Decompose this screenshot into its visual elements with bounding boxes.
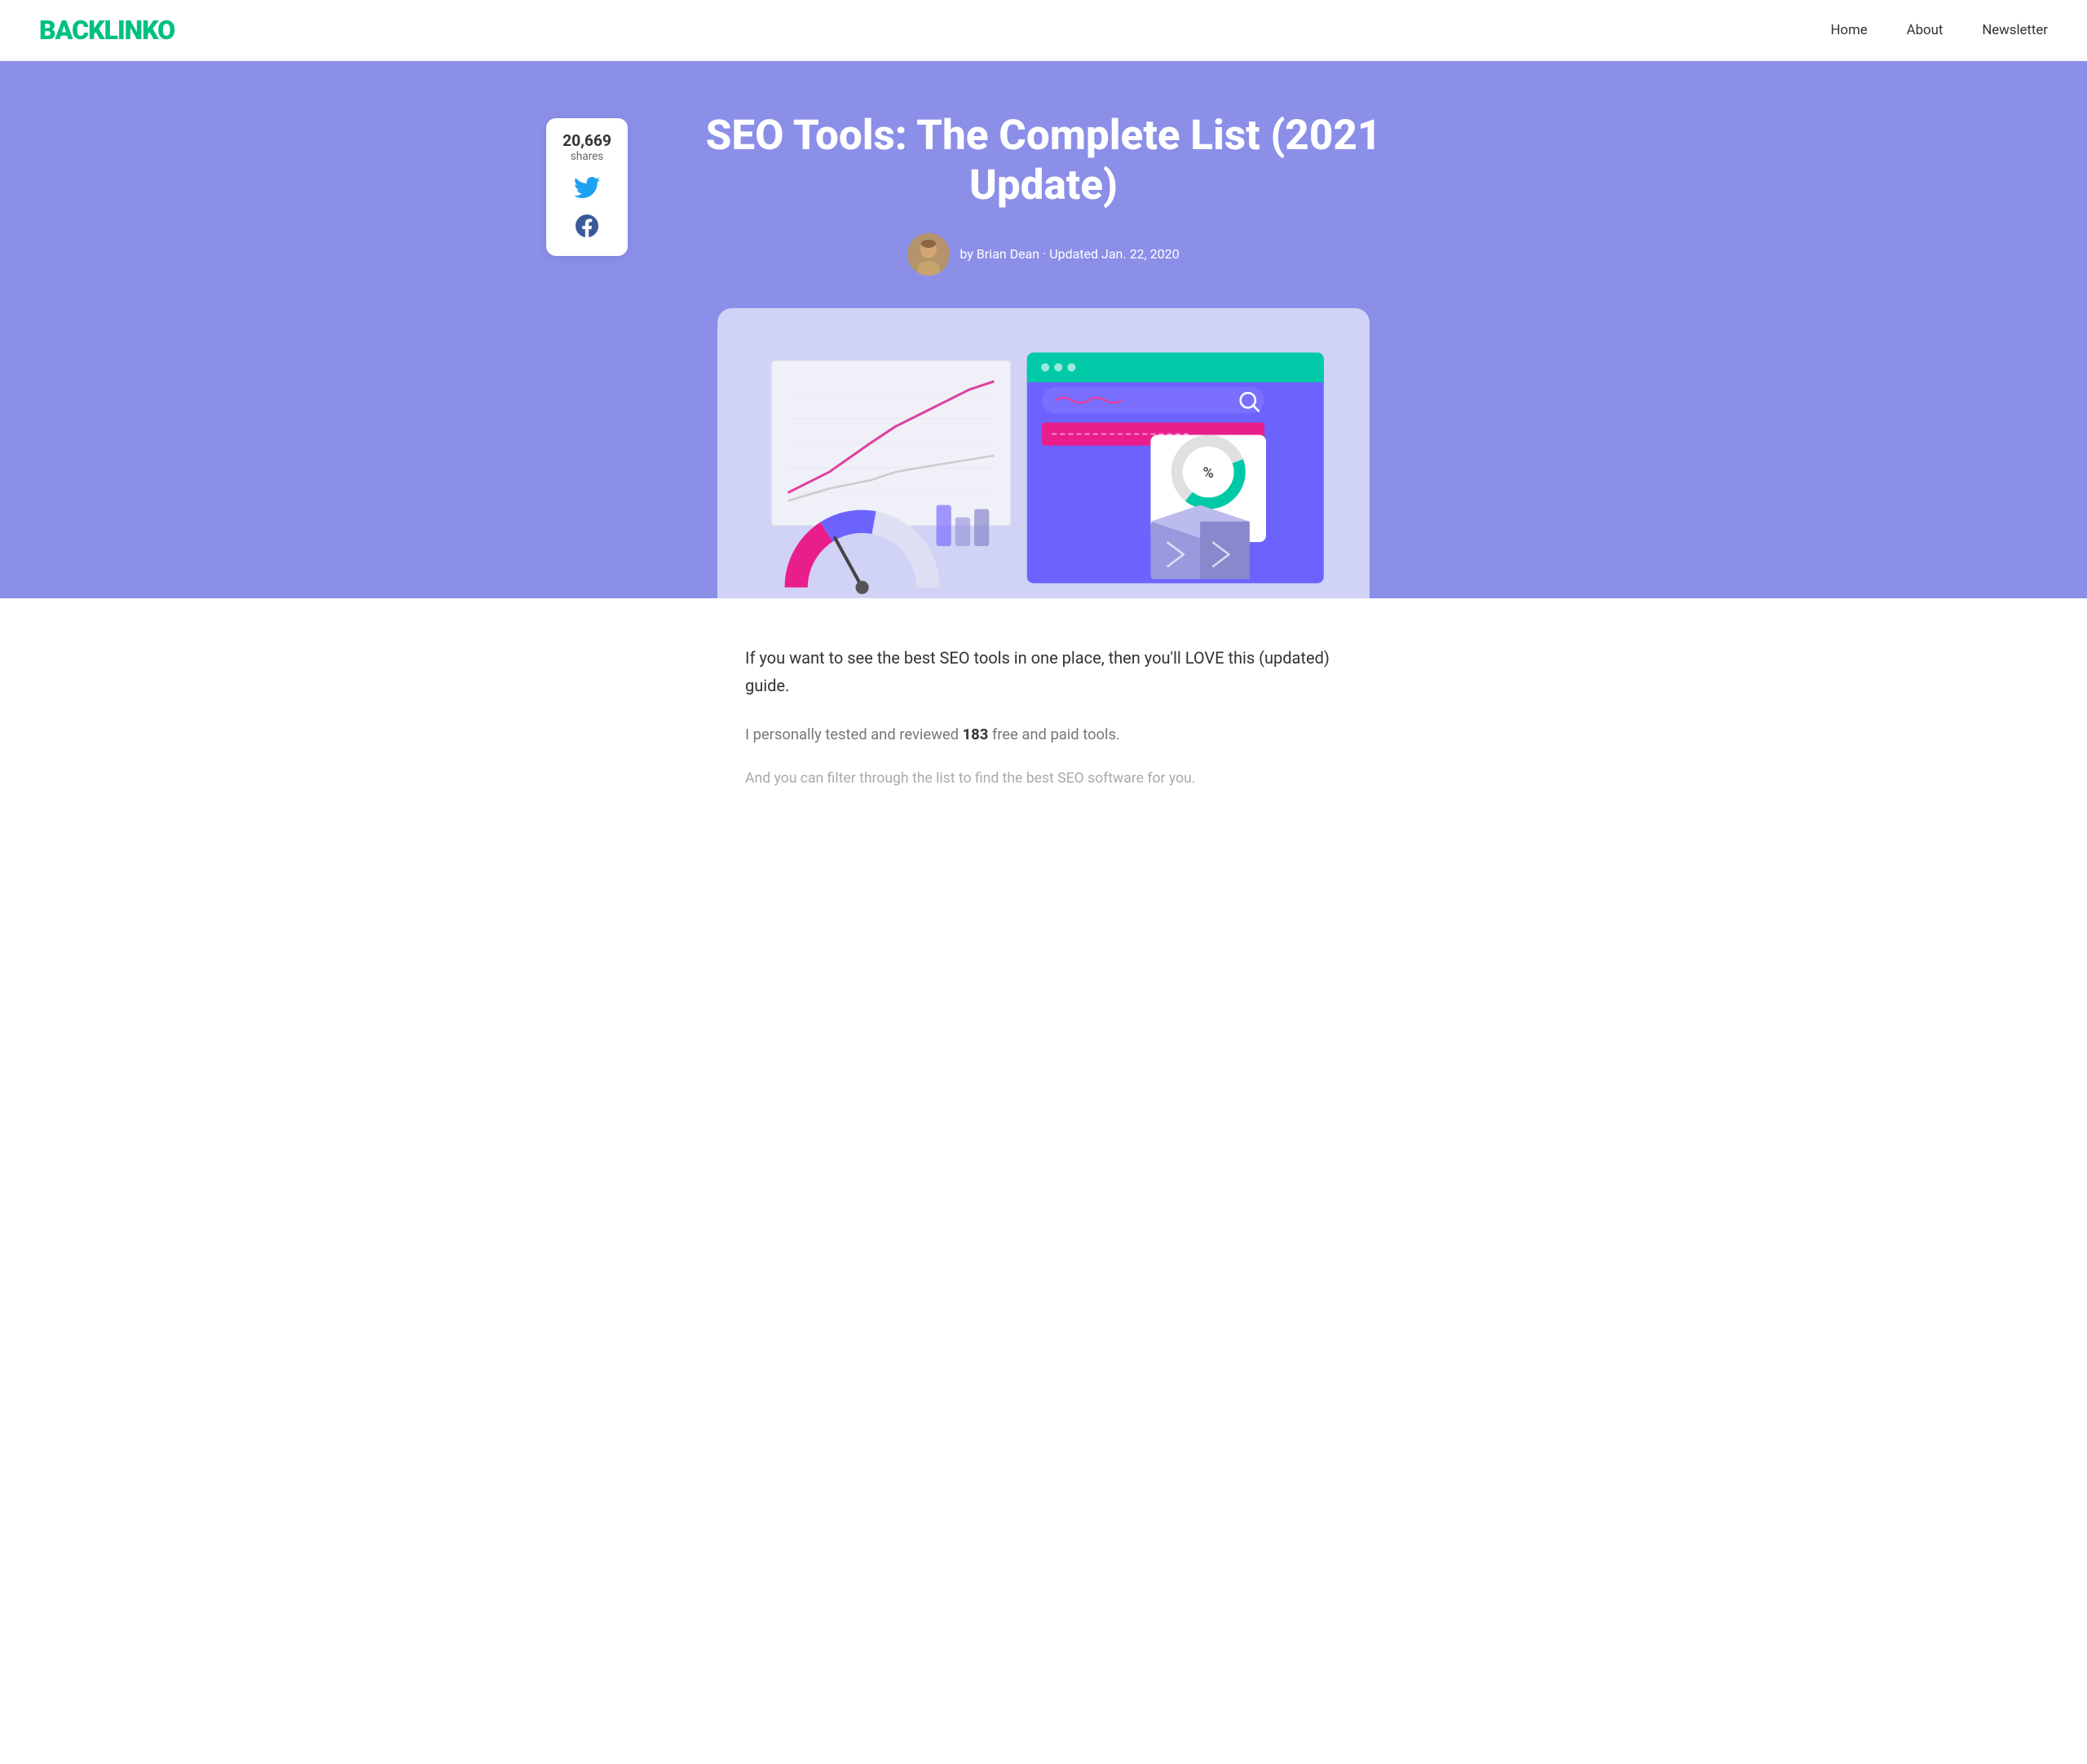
nav-item-about[interactable]: About: [1907, 22, 1944, 38]
intro-paragraph-2: I personally tested and reviewed 183 fre…: [745, 722, 1342, 747]
page-title: SEO Tools: The Complete List (2021 Updat…: [677, 110, 1410, 210]
share-widget: 20,669 shares: [546, 118, 628, 256]
nav-link-about[interactable]: About: [1907, 22, 1944, 38]
nav-links: Home About Newsletter: [1830, 22, 2048, 38]
nav-item-newsletter[interactable]: Newsletter: [1982, 22, 2048, 38]
nav-link-home[interactable]: Home: [1830, 22, 1867, 38]
hero-inner: 20,669 shares SEO Tools: The Complete Li…: [677, 110, 1410, 598]
nav-link-newsletter[interactable]: Newsletter: [1982, 22, 2048, 38]
avatar: [907, 233, 950, 276]
intro-paragraph-3: And you can filter through the list to f…: [745, 767, 1342, 792]
logo[interactable]: BACKLINKO: [39, 15, 174, 46]
navbar: BACKLINKO Home About Newsletter: [0, 0, 2087, 61]
nav-item-home[interactable]: Home: [1830, 22, 1867, 38]
facebook-share-button[interactable]: [563, 214, 611, 243]
share-count: 20,669: [563, 131, 611, 150]
main-content: If you want to see the best SEO tools in…: [726, 598, 1361, 831]
svg-text:%: %: [1202, 465, 1213, 482]
hero-section: 20,669 shares SEO Tools: The Complete Li…: [0, 61, 2087, 598]
hero-illustration-card: %: [717, 308, 1370, 598]
author-text: by Brian Dean · Updated Jan. 22, 2020: [960, 246, 1179, 262]
illustration: %: [747, 337, 1340, 598]
hero-illustration-svg: %: [747, 337, 1340, 598]
intro-paragraph-1: If you want to see the best SEO tools in…: [745, 644, 1342, 699]
share-label: shares: [563, 150, 611, 163]
author-row: by Brian Dean · Updated Jan. 22, 2020: [677, 233, 1410, 276]
twitter-share-button[interactable]: [563, 174, 611, 206]
